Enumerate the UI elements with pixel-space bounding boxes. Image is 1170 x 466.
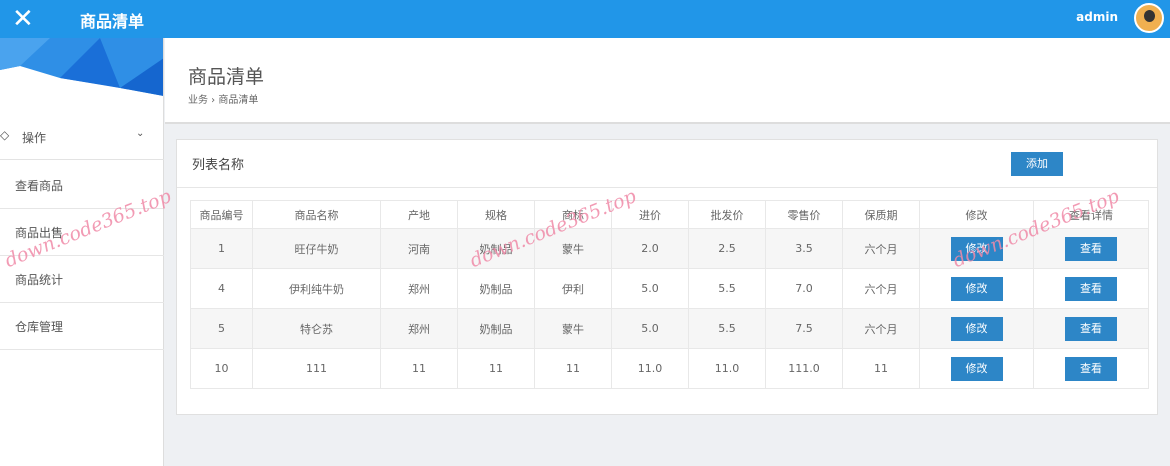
edit-button[interactable]: 修改: [950, 356, 1003, 381]
sidebar-banner: [0, 38, 163, 98]
sidebar-item-product-stats[interactable]: 商品统计: [0, 256, 164, 303]
table-cell: 查看: [1033, 348, 1149, 389]
table-cell: 5: [190, 308, 253, 349]
table-cell: 11.0: [688, 348, 766, 389]
table-cell: 2.5: [688, 228, 766, 269]
column-header: 产地: [380, 200, 458, 229]
edit-button[interactable]: 修改: [950, 276, 1003, 301]
table-cell: 奶制品: [457, 308, 535, 349]
list-panel: 列表名称 添加 商品编号 商品名称 产地 规格 商标 进价 批发价 零售价 保质期 修改 查看详情 …: [176, 139, 1158, 415]
breadcrumb[interactable]: 业务 › 商品清单: [188, 91, 258, 106]
banner-graphic: [0, 38, 163, 96]
table-cell: 5.5: [688, 268, 766, 309]
table-cell: 11: [380, 348, 458, 389]
table-cell: 查看: [1033, 268, 1149, 309]
table-cell: 旺仔牛奶: [252, 228, 381, 269]
table-cell: 蒙牛: [534, 308, 612, 349]
view-button[interactable]: 查看: [1065, 316, 1117, 341]
edit-button[interactable]: 修改: [950, 236, 1003, 261]
close-icon[interactable]: ✕: [12, 4, 34, 34]
sidebar-item-sell-products[interactable]: 商品出售: [0, 209, 164, 256]
table-cell: 查看: [1033, 308, 1149, 349]
column-header: 修改: [919, 200, 1034, 229]
edit-button[interactable]: 修改: [950, 316, 1003, 341]
table-cell: 5.0: [611, 268, 689, 309]
page-header: 商品清单 业务 › 商品清单: [165, 38, 1170, 124]
table-row: 5 特仑苏 郑州 奶制品 蒙牛 5.0 5.5 7.5 六个月 修改 查看: [190, 308, 1149, 349]
table-cell: 六个月: [842, 308, 920, 349]
view-button[interactable]: 查看: [1065, 276, 1117, 301]
table-cell: 11: [534, 348, 612, 389]
table-cell: 111: [252, 348, 381, 389]
table-cell: 伊利纯牛奶: [252, 268, 381, 309]
table-cell: 修改: [919, 348, 1034, 389]
view-button[interactable]: 查看: [1065, 356, 1117, 381]
table-cell: 修改: [919, 228, 1034, 269]
diamond-icon: ◇: [0, 128, 10, 142]
page-title: 商品清单: [188, 66, 265, 88]
table-cell: 5.0: [611, 308, 689, 349]
app-title: 商品清单: [80, 12, 145, 31]
column-header: 规格: [457, 200, 535, 229]
table-row: 4 伊利纯牛奶 郑州 奶制品 伊利 5.0 5.5 7.0 六个月 修改 查看: [190, 268, 1149, 309]
table-row: 1 旺仔牛奶 河南 奶制品 蒙牛 2.0 2.5 3.5 六个月 修改 查看: [190, 228, 1149, 269]
sidebar-item-warehouse[interactable]: 仓库管理: [0, 303, 164, 350]
column-header: 批发价: [688, 200, 766, 229]
column-header: 进价: [611, 200, 689, 229]
table-cell: 111.0: [765, 348, 843, 389]
table-cell: 1: [190, 228, 253, 269]
table-cell: 郑州: [380, 268, 458, 309]
table-cell: 六个月: [842, 228, 920, 269]
table-cell: 查看: [1033, 228, 1149, 269]
column-header: 零售价: [765, 200, 843, 229]
column-header: 商品编号: [190, 200, 253, 229]
table-cell: 11: [457, 348, 535, 389]
username[interactable]: admin: [1076, 10, 1118, 24]
table-cell: 7.5: [765, 308, 843, 349]
table-cell: 修改: [919, 268, 1034, 309]
table-cell: 4: [190, 268, 253, 309]
table-row: 10 111 11 11 11 11.0 11.0 111.0 11 修改 查看: [190, 348, 1149, 389]
table-cell: 2.0: [611, 228, 689, 269]
column-header: 商品名称: [252, 200, 381, 229]
table-cell: 奶制品: [457, 228, 535, 269]
sidebar-group-label: 操作: [22, 131, 47, 145]
avatar[interactable]: [1134, 3, 1164, 33]
table-cell: 3.5: [765, 228, 843, 269]
sidebar-group-operations[interactable]: ◇ 操作 ⌄: [0, 126, 164, 160]
table-cell: 河南: [380, 228, 458, 269]
products-table: 商品编号 商品名称 产地 规格 商标 进价 批发价 零售价 保质期 修改 查看详情 1 旺仔牛奶 河南奶…: [190, 200, 1149, 389]
table-cell: 奶制品: [457, 268, 535, 309]
table-cell: 7.0: [765, 268, 843, 309]
column-header: 商标: [534, 200, 612, 229]
panel-header: 列表名称 添加: [177, 140, 1157, 188]
panel-title: 列表名称: [192, 158, 245, 173]
table-cell: 六个月: [842, 268, 920, 309]
table-cell: 修改: [919, 308, 1034, 349]
column-header: 查看详情: [1033, 200, 1149, 229]
table-cell: 11.0: [611, 348, 689, 389]
column-header: 保质期: [842, 200, 920, 229]
table-cell: 特仑苏: [252, 308, 381, 349]
chevron-down-icon: ⌄: [136, 128, 145, 139]
table-cell: 5.5: [688, 308, 766, 349]
sidebar: ◇ 操作 ⌄ 查看商品 商品出售 商品统计 仓库管理: [0, 38, 164, 466]
table-cell: 郑州: [380, 308, 458, 349]
add-button[interactable]: 添加: [1011, 152, 1063, 176]
view-button[interactable]: 查看: [1065, 236, 1117, 261]
table-cell: 伊利: [534, 268, 612, 309]
table-cell: 10: [190, 348, 253, 389]
top-bar: ✕ 商品清单 admin: [0, 0, 1170, 38]
sidebar-item-view-products[interactable]: 查看商品: [0, 162, 164, 209]
table-cell: 蒙牛: [534, 228, 612, 269]
table-cell: 11: [842, 348, 920, 389]
